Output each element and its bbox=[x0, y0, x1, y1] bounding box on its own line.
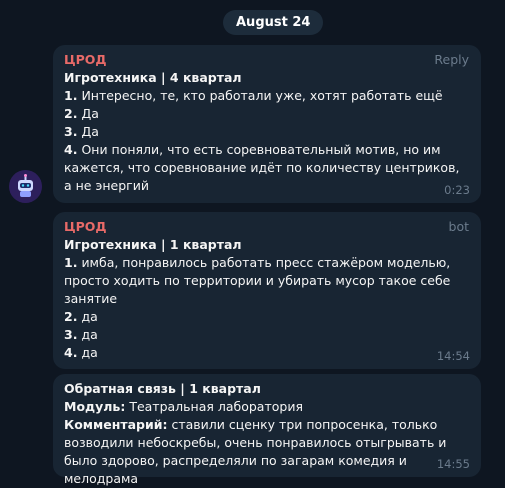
message-line: 3. да bbox=[64, 327, 98, 342]
message-time: 14:54 bbox=[436, 349, 470, 363]
message-time: 0:23 bbox=[444, 183, 470, 197]
message-line: 2. Да bbox=[64, 106, 99, 121]
comment-line: Комментарий: ставили сценку три попросен… bbox=[64, 417, 447, 486]
message-bubble[interactable]: ЦРОД bot Игротехника | 1 квартал 1. имба… bbox=[53, 212, 481, 369]
reply-button[interactable]: Reply bbox=[434, 51, 469, 69]
message-line: 4. Они поняли, что есть соревновательный… bbox=[64, 142, 460, 193]
message-bubble[interactable]: ЦРОД Reply Игротехника | 4 квартал 1. Ин… bbox=[53, 45, 481, 203]
message-title: Обратная связь | 1 квартал bbox=[64, 381, 261, 396]
message-line: 1. имба, понравилось работать пресс стаж… bbox=[64, 255, 451, 306]
message-time: 14:55 bbox=[436, 457, 470, 471]
message-bubble[interactable]: Обратная связь | 1 квартал Модуль: Театр… bbox=[53, 374, 481, 486]
message-sender[interactable]: ЦРОД bbox=[64, 51, 470, 69]
message-line: 1. Интересно, те, кто работали уже, хотя… bbox=[64, 88, 443, 103]
message-title: Игротехника | 4 квартал bbox=[64, 70, 242, 85]
module-line: Модуль: Театральная лаборатория bbox=[64, 399, 303, 414]
message-title: Игротехника | 1 квартал bbox=[64, 237, 242, 252]
message-sender[interactable]: ЦРОД bbox=[64, 218, 470, 236]
message-line: 4. да bbox=[64, 345, 98, 360]
bot-badge: bot bbox=[448, 219, 469, 234]
bot-avatar[interactable] bbox=[9, 170, 42, 203]
robot-icon bbox=[9, 170, 42, 203]
date-separator: August 24 bbox=[223, 10, 324, 35]
message-line: 3. Да bbox=[64, 124, 99, 139]
message-line: 2. да bbox=[64, 309, 98, 324]
